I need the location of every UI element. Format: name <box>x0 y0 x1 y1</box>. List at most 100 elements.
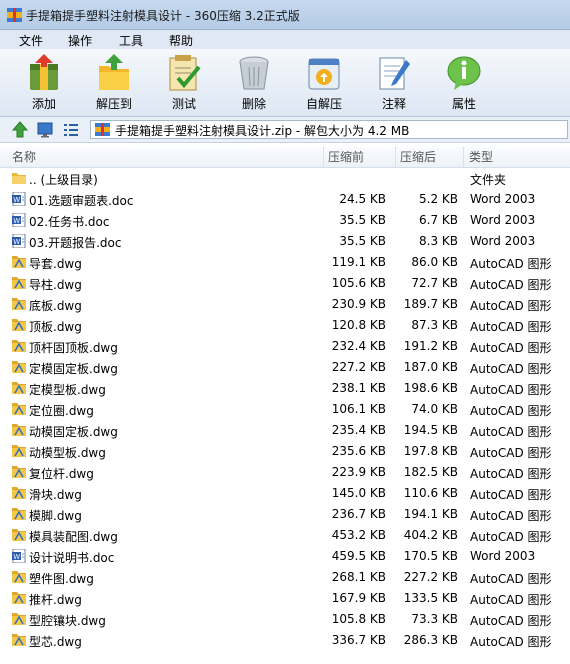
file-original-size: 232.4 KB <box>331 339 386 353</box>
file-original-size: 106.1 KB <box>331 402 386 416</box>
comment-icon <box>379 57 410 90</box>
dwg-icon <box>12 382 26 394</box>
file-type: AutoCAD 图形 <box>470 509 552 523</box>
file-row[interactable]: 模脚.dwg 236.7 KB 194.1 KB AutoCAD 图形 <box>0 504 570 525</box>
file-name: 导柱.dwg <box>29 278 82 292</box>
file-type: Word 2003 <box>470 549 536 563</box>
delete-button[interactable]: 删除 <box>219 49 289 117</box>
desktop-icon[interactable] <box>37 121 53 138</box>
properties-label: 属性 <box>451 97 476 111</box>
dwg-icon <box>12 613 26 625</box>
menu-operation[interactable]: 操作 <box>68 32 92 49</box>
file-name: 推杆.dwg <box>29 593 82 607</box>
file-row[interactable]: 滑块.dwg 145.0 KB 110.6 KB AutoCAD 图形 <box>0 483 570 504</box>
svg-text:W: W <box>13 553 20 561</box>
file-row[interactable]: W 03.开题报告.doc 35.5 KB 8.3 KB Word 2003 <box>0 231 570 252</box>
properties-button[interactable]: 属性 <box>429 49 499 117</box>
comment-button[interactable]: 注释 <box>359 49 429 117</box>
file-compressed-size: 110.6 KB <box>403 486 458 500</box>
test-label: 测试 <box>171 97 196 111</box>
file-compressed-size: 404.2 KB <box>403 528 458 542</box>
window-title: 手提箱提手塑料注射模具设计 - 360压缩 3.2正式版 <box>26 9 300 23</box>
file-name: 复位杆.dwg <box>29 467 94 481</box>
file-type: AutoCAD 图形 <box>470 257 552 271</box>
file-row[interactable]: 顶杆固顶板.dwg 232.4 KB 191.2 KB AutoCAD 图形 <box>0 336 570 357</box>
file-row[interactable]: W 01.选题审题表.doc 24.5 KB 5.2 KB Word 2003 <box>0 189 570 210</box>
file-row[interactable]: 塑件图.dwg 268.1 KB 227.2 KB AutoCAD 图形 <box>0 567 570 588</box>
file-row[interactable]: 型腔镶块.dwg 105.8 KB 73.3 KB AutoCAD 图形 <box>0 609 570 630</box>
file-original-size: 145.0 KB <box>331 486 386 500</box>
dwg-icon <box>12 403 26 415</box>
file-original-size: 230.9 KB <box>331 297 386 311</box>
file-name: 定模型板.dwg <box>29 383 106 397</box>
file-row[interactable]: 模具装配图.dwg 453.2 KB 404.2 KB AutoCAD 图形 <box>0 525 570 546</box>
file-type: AutoCAD 图形 <box>470 446 552 460</box>
file-original-size: 227.2 KB <box>331 360 386 374</box>
file-name: 底板.dwg <box>29 299 82 313</box>
zip-archive-icon <box>95 123 110 136</box>
file-name: 型芯.dwg <box>29 635 82 649</box>
file-row[interactable]: 底板.dwg 230.9 KB 189.7 KB AutoCAD 图形 <box>0 294 570 315</box>
file-row[interactable]: .. (上级目录) 文件夹 <box>0 168 570 189</box>
file-original-size: 119.1 KB <box>331 255 386 269</box>
file-row[interactable]: 定模型板.dwg 238.1 KB 198.6 KB AutoCAD 图形 <box>0 378 570 399</box>
file-row[interactable]: 定位圈.dwg 106.1 KB 74.0 KB AutoCAD 图形 <box>0 399 570 420</box>
extract-button[interactable]: 解压到 <box>79 49 149 117</box>
comment-label: 注释 <box>381 97 406 111</box>
file-row[interactable]: 动模固定板.dwg 235.4 KB 194.5 KB AutoCAD 图形 <box>0 420 570 441</box>
address-bar: 手提箱提手塑料注射模具设计.zip - 解包大小为 4.2 MB <box>0 117 570 143</box>
file-name: 动模固定板.dwg <box>29 425 118 439</box>
file-name: 动模型板.dwg <box>29 446 106 460</box>
test-icon <box>169 55 201 91</box>
column-type[interactable]: 类型 <box>464 147 570 168</box>
file-name: 模具装配图.dwg <box>29 530 118 544</box>
dwg-icon <box>12 571 26 583</box>
menu-tools[interactable]: 工具 <box>119 32 143 49</box>
file-row[interactable]: 导柱.dwg 105.6 KB 72.7 KB AutoCAD 图形 <box>0 273 570 294</box>
file-row[interactable]: W 设计说明书.doc 459.5 KB 170.5 KB Word 2003 <box>0 546 570 567</box>
test-button[interactable]: 测试 <box>149 49 219 117</box>
file-type: AutoCAD 图形 <box>470 341 552 355</box>
file-compressed-size: 197.8 KB <box>403 444 458 458</box>
extract-icon <box>99 54 129 90</box>
file-row[interactable]: 顶板.dwg 120.8 KB 87.3 KB AutoCAD 图形 <box>0 315 570 336</box>
file-original-size: 105.8 KB <box>331 612 386 626</box>
address-field[interactable]: 手提箱提手塑料注射模具设计.zip - 解包大小为 4.2 MB <box>90 120 568 139</box>
file-row[interactable]: 导套.dwg 119.1 KB 86.0 KB AutoCAD 图形 <box>0 252 570 273</box>
up-arrow-icon[interactable] <box>12 121 28 138</box>
menu-bar: 文件 操作 工具 帮助 <box>0 30 570 49</box>
menu-file[interactable]: 文件 <box>19 32 43 49</box>
file-original-size: 336.7 KB <box>331 633 386 647</box>
file-name: 定位圈.dwg <box>29 404 94 418</box>
file-type: AutoCAD 图形 <box>470 299 552 313</box>
folder-icon <box>12 173 26 184</box>
file-row[interactable]: W 02.任务书.doc 35.5 KB 6.7 KB Word 2003 <box>0 210 570 231</box>
dwg-icon <box>12 319 26 331</box>
column-original-size[interactable]: 压缩前 <box>324 147 396 168</box>
menu-help[interactable]: 帮助 <box>169 32 193 49</box>
title-bar[interactable]: 手提箱提手塑料注射模具设计 - 360压缩 3.2正式版 <box>0 0 570 30</box>
file-original-size: 223.9 KB <box>331 465 386 479</box>
file-row[interactable]: 型芯.dwg 336.7 KB 286.3 KB AutoCAD 图形 <box>0 630 570 651</box>
file-row[interactable]: 定模固定板.dwg 227.2 KB 187.0 KB AutoCAD 图形 <box>0 357 570 378</box>
file-type: Word 2003 <box>470 213 536 227</box>
file-row[interactable]: 动模型板.dwg 235.6 KB 197.8 KB AutoCAD 图形 <box>0 441 570 462</box>
add-label: 添加 <box>31 97 56 111</box>
file-row[interactable]: 推杆.dwg 167.9 KB 133.5 KB AutoCAD 图形 <box>0 588 570 609</box>
file-name: 滑块.dwg <box>29 488 82 502</box>
column-name[interactable]: 名称 <box>0 147 324 168</box>
file-type: AutoCAD 图形 <box>470 383 552 397</box>
column-compressed-size[interactable]: 压缩后 <box>396 147 464 168</box>
details-view-icon[interactable] <box>63 121 79 138</box>
file-original-size: 235.4 KB <box>331 423 386 437</box>
file-original-size: 459.5 KB <box>331 549 386 563</box>
archive-path: 手提箱提手塑料注射模具设计.zip - 解包大小为 4.2 MB <box>115 124 410 138</box>
add-icon <box>30 54 58 90</box>
file-name: 01.选题审题表.doc <box>29 194 134 208</box>
add-button[interactable]: 添加 <box>9 49 79 117</box>
file-row[interactable]: 复位杆.dwg 223.9 KB 182.5 KB AutoCAD 图形 <box>0 462 570 483</box>
delete-label: 删除 <box>241 97 266 111</box>
file-compressed-size: 194.1 KB <box>403 507 458 521</box>
self-extract-button[interactable]: 自解压 <box>289 49 359 117</box>
file-compressed-size: 5.2 KB <box>419 192 458 206</box>
